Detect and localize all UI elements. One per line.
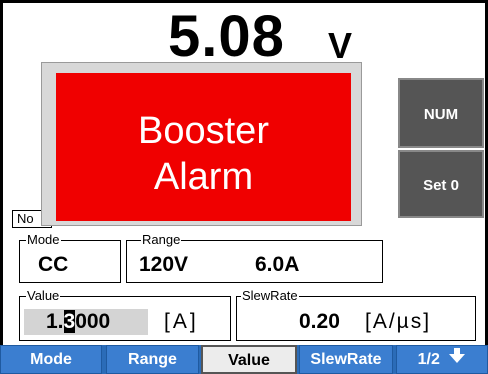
voltage-value: 5.08	[168, 4, 285, 69]
alarm-panel: Booster Alarm	[56, 73, 351, 221]
tab-slewrate[interactable]: SlewRate	[299, 345, 393, 374]
tab-value[interactable]: Value	[201, 345, 297, 374]
slewrate-legend: SlewRate	[241, 288, 299, 304]
set-zero-button[interactable]: Set 0	[398, 150, 484, 218]
arrow-down-icon	[448, 346, 466, 373]
value-field[interactable]: Value 1.3000 [A]	[19, 288, 231, 341]
edit-cursor-digit[interactable]: 3	[63, 310, 76, 333]
tab-mode[interactable]: Mode	[0, 345, 102, 374]
value-unit: [A]	[164, 310, 199, 333]
booster-alarm-dialog: Booster Alarm	[41, 62, 362, 226]
mode-legend: Mode	[26, 232, 61, 248]
tab-range[interactable]: Range	[106, 345, 199, 374]
page-label: 1/2	[417, 351, 440, 368]
slewrate-field: SlewRate 0.20 [A/µs]	[236, 288, 476, 341]
voltage-unit: V	[328, 25, 353, 66]
slewrate-value: 0.20	[299, 310, 340, 333]
range-current: 6.0A	[255, 253, 300, 276]
alarm-title-line1: Booster	[138, 110, 269, 152]
range-legend: Range	[141, 232, 182, 248]
value-pre-cursor: 1.	[46, 310, 64, 333]
partial-label: No	[17, 211, 34, 226]
num-button[interactable]: NUM	[398, 78, 484, 148]
range-field: Range 120V 6.0A	[126, 232, 383, 283]
mode-value: CC	[38, 253, 69, 276]
range-voltage: 120V	[139, 253, 189, 276]
value-legend: Value	[26, 288, 61, 304]
alarm-title-line2: Alarm	[153, 156, 254, 198]
value-post-cursor: 000	[75, 310, 111, 333]
slewrate-unit: [A/µs]	[365, 310, 432, 333]
value-number[interactable]: 1.3000	[46, 310, 110, 334]
tab-page-toggle[interactable]: 1/2	[396, 345, 488, 374]
mode-field: Mode CC	[19, 232, 121, 283]
